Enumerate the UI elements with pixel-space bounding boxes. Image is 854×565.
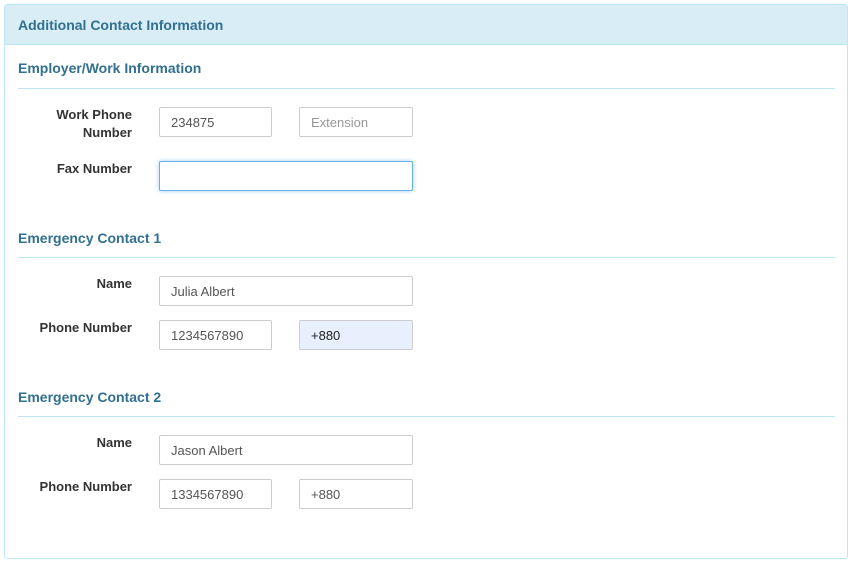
emergency-1-phone-input[interactable] — [159, 320, 272, 350]
emergency-2-name-label: Name — [96, 435, 132, 450]
emergency-2-name-input[interactable] — [159, 435, 413, 465]
emergency-1-name-input[interactable] — [159, 276, 413, 306]
emergency-1-phone-label: Phone Number — [39, 320, 132, 335]
emergency-contact-1-divider — [18, 257, 835, 258]
extension-input[interactable] — [299, 107, 413, 137]
emergency-2-phone-label: Phone Number — [39, 479, 132, 494]
emergency-2-phone-input[interactable] — [159, 479, 272, 509]
emergency-1-name-label: Name — [96, 276, 132, 291]
emergency-2-country-code-input[interactable] — [299, 479, 413, 509]
work-phone-input[interactable] — [159, 107, 272, 137]
emergency-contact-1-title: Emergency Contact 1 — [18, 230, 162, 246]
employer-section-divider — [18, 88, 835, 89]
employer-section-title: Employer/Work Information — [18, 60, 202, 76]
fax-number-label: Fax Number — [56, 161, 132, 176]
fax-number-input[interactable] — [159, 161, 413, 191]
emergency-contact-2-title: Emergency Contact 2 — [18, 389, 162, 405]
additional-contact-panel: Additional Contact Information Employer/… — [4, 4, 848, 559]
emergency-contact-2-divider — [18, 416, 835, 417]
emergency-1-country-code-input[interactable] — [299, 320, 413, 350]
work-phone-label: Work Phone Number — [56, 107, 132, 140]
panel-heading: Additional Contact Information — [5, 5, 847, 45]
